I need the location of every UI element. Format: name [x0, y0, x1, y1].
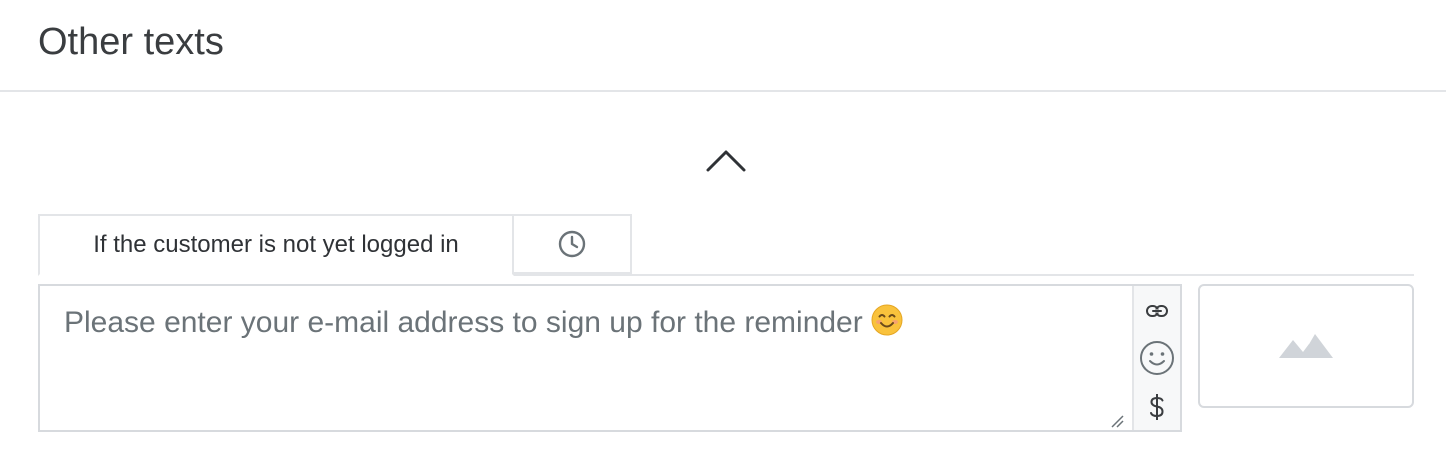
mountain-image-icon	[1279, 334, 1333, 358]
dollar-icon	[1150, 394, 1164, 420]
chevron-up-icon	[706, 150, 746, 172]
message-text: Please enter your e-mail address to sign…	[64, 306, 863, 339]
clock-icon	[558, 230, 586, 258]
message-editor[interactable]: Please enter your e-mail address to sign…	[38, 284, 1182, 432]
resize-handle[interactable]	[1110, 414, 1124, 428]
insert-price-button[interactable]	[1134, 390, 1180, 424]
smiling-face-emoji	[871, 304, 903, 345]
section-divider	[0, 90, 1446, 92]
section-title: Other texts	[38, 21, 224, 63]
smiley-icon	[1140, 341, 1174, 375]
insert-emoji-button[interactable]	[1134, 338, 1180, 378]
tab-not-logged-in[interactable]: If the customer is not yet logged in	[38, 214, 514, 276]
editor-toolbar	[1132, 286, 1180, 430]
tab-label: If the customer is not yet logged in	[93, 231, 459, 258]
insert-link-button[interactable]	[1134, 296, 1180, 326]
tab-schedule[interactable]	[512, 214, 632, 274]
message-textarea[interactable]: Please enter your e-mail address to sign…	[64, 304, 1110, 345]
image-upload-placeholder[interactable]	[1198, 284, 1414, 408]
link-icon	[1146, 305, 1168, 317]
tabs-row: If the customer is not yet logged in	[38, 214, 1414, 276]
collapse-toggle-button[interactable]	[700, 138, 752, 178]
